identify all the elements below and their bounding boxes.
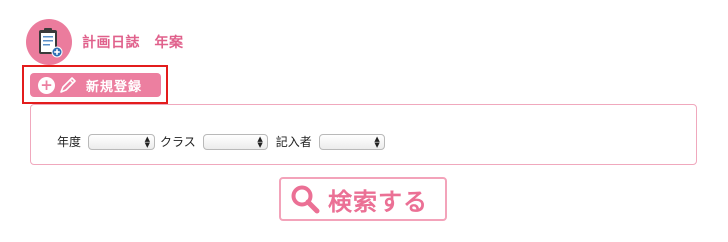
magnifier-icon [290, 184, 320, 214]
search-button[interactable]: 検索する [279, 177, 447, 221]
pencil-icon [58, 75, 78, 95]
author-label: 記入者 [275, 135, 312, 149]
page-title: 計画日誌 年案 [82, 35, 184, 51]
register-highlight-frame: + 新規登録 [22, 65, 168, 104]
plus-circle-icon: + [38, 76, 55, 94]
select-arrows-icon: ▲ ▼ [257, 134, 263, 149]
new-register-button[interactable]: + 新規登録 [30, 73, 161, 97]
search-filter-panel: 年度 ▲ ▼ クラス ▲ ▼ 記入者 ▲ ▼ [30, 104, 697, 165]
new-register-label: 新規登録 [86, 79, 143, 95]
select-arrows-icon: ▲ ▼ [374, 134, 380, 149]
author-select[interactable]: ▲ ▼ [318, 133, 385, 150]
year-label: 年度 [57, 135, 82, 149]
search-button-label: 検索する [328, 187, 428, 216]
select-arrows-icon: ▲ ▼ [144, 134, 151, 149]
clipboard-icon [26, 19, 72, 65]
filter-row: 年度 ▲ ▼ クラス ▲ ▼ 記入者 ▲ ▼ [57, 133, 385, 150]
class-select[interactable]: ▲ ▼ [202, 133, 268, 150]
page-header: 計画日誌 年案 [26, 18, 184, 66]
year-select[interactable]: ▲ ▼ [88, 133, 156, 150]
class-label: クラス [160, 135, 196, 149]
